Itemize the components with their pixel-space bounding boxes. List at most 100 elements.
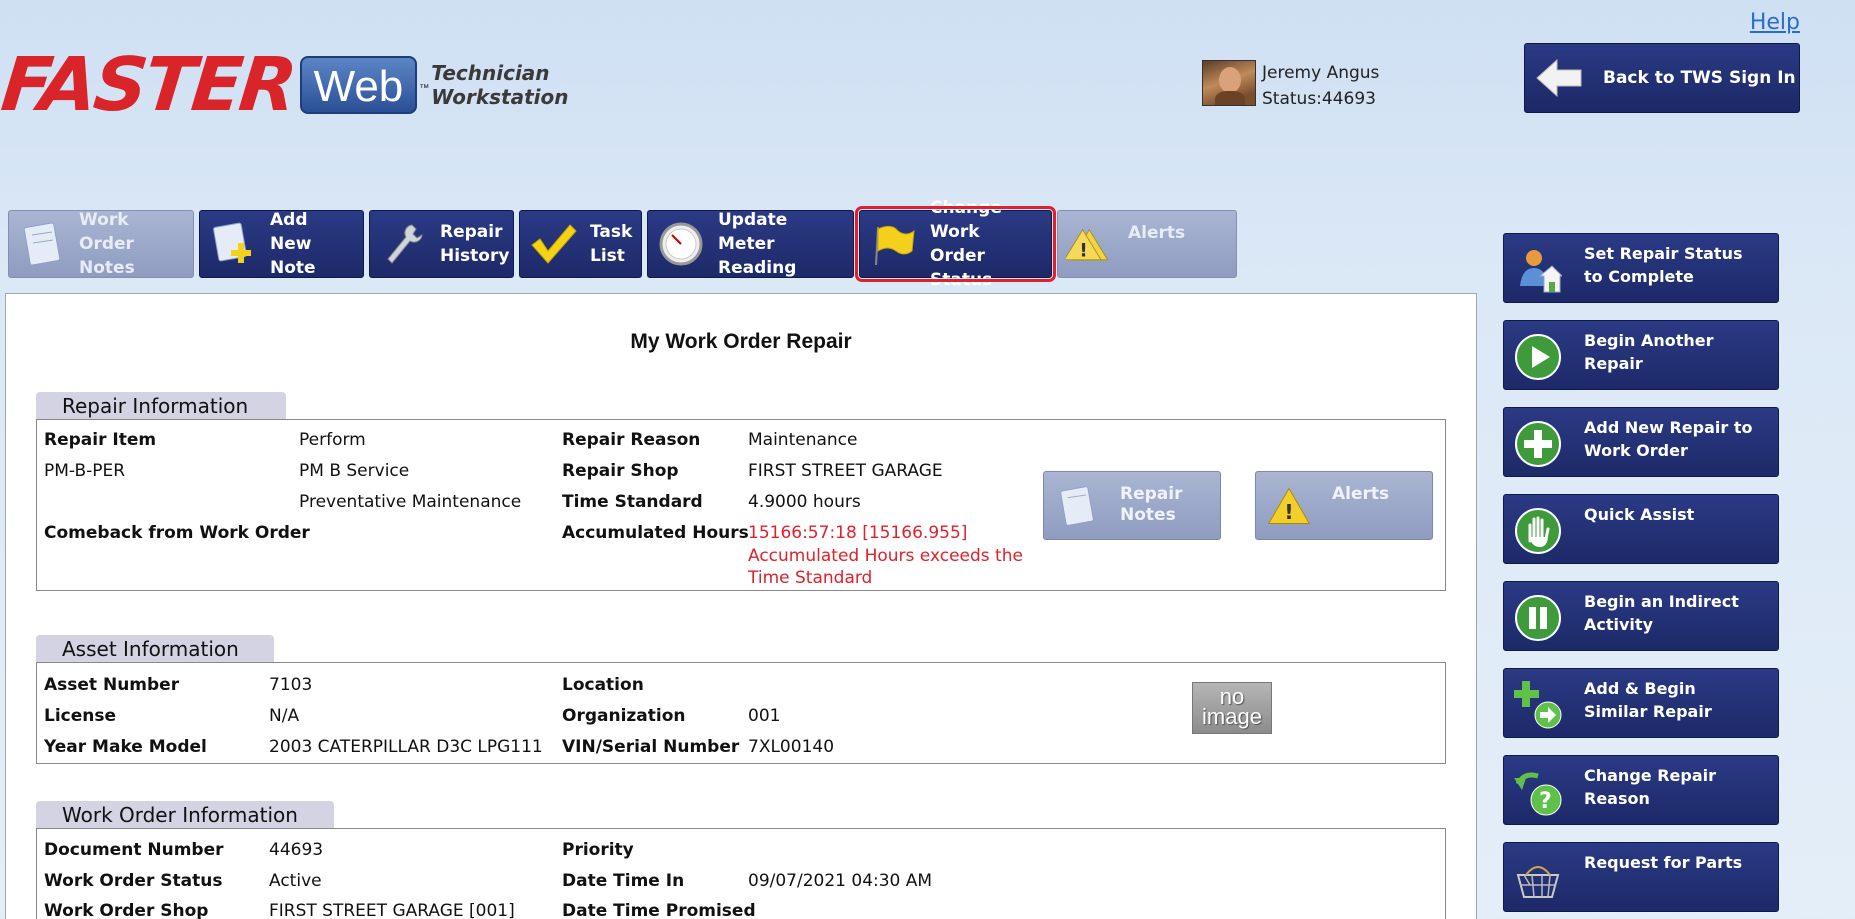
- sidebar-label-line2: Reason: [1584, 789, 1650, 808]
- work-order-information-box: Document Number 44693 Work Order Status …: [36, 828, 1446, 919]
- logo-subtitle-line2: Workstation: [431, 85, 569, 109]
- begin-indirect-activity-button[interactable]: Begin an Indirect Activity: [1503, 581, 1779, 651]
- tab-label-line2: Note: [270, 258, 316, 278]
- sidebar-label-line1: Begin Another: [1584, 331, 1714, 350]
- tab-label-line1: Add New: [270, 210, 312, 254]
- tab-alerts[interactable]: ! Alerts: [1057, 210, 1237, 278]
- tab-label-line1: Update Meter: [718, 210, 788, 254]
- svg-text:!: !: [1284, 499, 1293, 523]
- question-arrow-icon: ?: [1514, 772, 1562, 816]
- vin-label: VIN/Serial Number: [562, 737, 740, 757]
- tab-label-line1: Change Work: [930, 198, 1002, 242]
- flag-icon: [875, 225, 915, 266]
- repair-alerts-button[interactable]: ! Alerts: [1255, 471, 1433, 540]
- organization-value: 001: [748, 706, 781, 726]
- user-name: Jeremy Angus: [1262, 63, 1380, 83]
- repair-information-box: Repair Item PM-B-PER Perform PM B Servic…: [36, 419, 1446, 591]
- repair-notes-line1: Repair: [1120, 484, 1183, 504]
- sidebar-label-line1: Change Repair: [1584, 766, 1716, 785]
- section-repair-information: Repair Information: [36, 392, 286, 419]
- tab-label-line1: Alerts: [1128, 223, 1186, 243]
- avatar: [1202, 60, 1256, 106]
- logo-web-badge: Web ™: [299, 56, 429, 114]
- tab-label-line2: Reading: [718, 258, 797, 278]
- wrench-icon: [387, 224, 423, 264]
- document-number-label: Document Number: [44, 840, 224, 860]
- back-arrow-icon: [1536, 58, 1582, 98]
- gauge-icon: [659, 222, 703, 266]
- sidebar-label-line1: Set Repair Status: [1584, 244, 1743, 263]
- accumulated-hours-label: Accumulated Hours: [562, 523, 749, 543]
- sidebar-label-line2: Activity: [1584, 615, 1653, 634]
- person-house-icon: [1520, 250, 1562, 293]
- license-label: License: [44, 706, 117, 726]
- asset-number-value: 7103: [269, 675, 313, 695]
- add-begin-similar-repair-button[interactable]: Add & Begin Similar Repair: [1503, 668, 1779, 738]
- year-make-model-label: Year Make Model: [44, 737, 207, 757]
- tab-label-line2: History: [440, 246, 510, 266]
- help-link[interactable]: Help: [1750, 10, 1800, 35]
- repair-notes-button[interactable]: Repair Notes: [1043, 471, 1221, 540]
- warning-stack-icon: !: [1066, 229, 1109, 262]
- tab-label-line1: Repair: [440, 222, 503, 242]
- repair-shop-label: Repair Shop: [562, 461, 679, 481]
- user-info: Jeremy Angus Status:44693: [1202, 60, 1379, 112]
- pause-icon: [1515, 595, 1561, 641]
- document-number-value: 44693: [269, 840, 324, 860]
- date-time-in-label: Date Time In: [562, 871, 685, 891]
- work-order-shop-label: Work Order Shop: [44, 901, 209, 919]
- notepad-icon: [23, 222, 61, 266]
- faster-web-logo: FASTER Web ™ Technician Workstation: [0, 42, 569, 128]
- quick-assist-button[interactable]: Quick Assist: [1503, 494, 1779, 564]
- repair-item-label: Repair Item: [44, 430, 157, 450]
- accumulated-hours-value: 15166:57:18 [15166.955]: [748, 523, 968, 543]
- work-order-status-label: Work Order Status: [44, 871, 223, 891]
- add-new-repair-button[interactable]: Add New Repair to Work Order: [1503, 407, 1779, 477]
- checkmark-icon: [531, 224, 577, 264]
- tab-label-line2: Order Status: [930, 246, 993, 290]
- toolbar-tabs: Work Order Notes Add New Note Repair Histor…: [8, 198, 1237, 290]
- tab-change-work-order-status[interactable]: Change Work Order Status: [855, 198, 1056, 290]
- sidebar-label-line1: Add & Begin: [1584, 679, 1696, 698]
- play-icon: [1515, 334, 1561, 380]
- request-for-parts-button[interactable]: Request for Parts: [1503, 842, 1779, 912]
- location-label: Location: [562, 675, 644, 695]
- sidebar-label-line1: Begin an Indirect: [1584, 592, 1739, 611]
- user-status: Status:44693: [1262, 89, 1376, 109]
- tab-add-new-note[interactable]: Add New Note: [199, 210, 364, 278]
- back-to-sign-in-button[interactable]: Back to TWS Sign In: [1524, 43, 1800, 113]
- sidebar-label-line2: Similar Repair: [1584, 702, 1712, 721]
- page-title: My Work Order Repair: [630, 330, 852, 353]
- sidebar-label-line2: Repair: [1584, 354, 1643, 373]
- repair-alerts-label: Alerts: [1332, 484, 1390, 504]
- work-order-shop-value: FIRST STREET GARAGE [001]: [269, 901, 515, 919]
- date-time-in-value: 09/07/2021 04:30 AM: [748, 871, 933, 891]
- logo-trademark: ™: [419, 83, 430, 94]
- tab-repair-history[interactable]: Repair History: [369, 210, 514, 278]
- accumulated-hours-warning-2: Time Standard: [748, 568, 873, 588]
- plus-circle-icon: [1515, 421, 1561, 467]
- hand-icon: [1515, 508, 1561, 554]
- tab-work-order-notes[interactable]: Work Order Notes: [8, 210, 194, 278]
- time-standard-value: 4.9000 hours: [748, 492, 861, 512]
- tab-update-meter-reading[interactable]: Update Meter Reading: [647, 210, 854, 278]
- action-sidebar: Set Repair Status to Complete Begin Anoth…: [1503, 233, 1779, 919]
- svg-text:?: ?: [1539, 789, 1552, 814]
- change-repair-reason-button[interactable]: ? Change Repair Reason: [1503, 755, 1779, 825]
- repair-shop-value: FIRST STREET GARAGE: [748, 461, 943, 481]
- basket-icon: [1516, 866, 1560, 898]
- year-make-model-value: 2003 CATERPILLAR D3C LPG111: [269, 737, 543, 757]
- warning-icon: !: [1267, 487, 1311, 524]
- svg-text:!: !: [1079, 241, 1087, 262]
- tab-label-line1: Work Order: [79, 210, 134, 254]
- organization-label: Organization: [562, 706, 686, 726]
- repair-item-code: PM-B-PER: [44, 461, 126, 481]
- plus-arrow-icon: [1514, 681, 1562, 729]
- license-value: N/A: [269, 706, 300, 726]
- repair-desc-3: Preventative Maintenance: [299, 492, 522, 512]
- set-repair-status-complete-button[interactable]: Set Repair Status to Complete: [1503, 233, 1779, 303]
- notepad-icon: [1060, 485, 1094, 526]
- tab-task-list[interactable]: Task List: [519, 210, 642, 278]
- sidebar-label-line1: Request for Parts: [1584, 853, 1743, 872]
- begin-another-repair-button[interactable]: Begin Another Repair: [1503, 320, 1779, 390]
